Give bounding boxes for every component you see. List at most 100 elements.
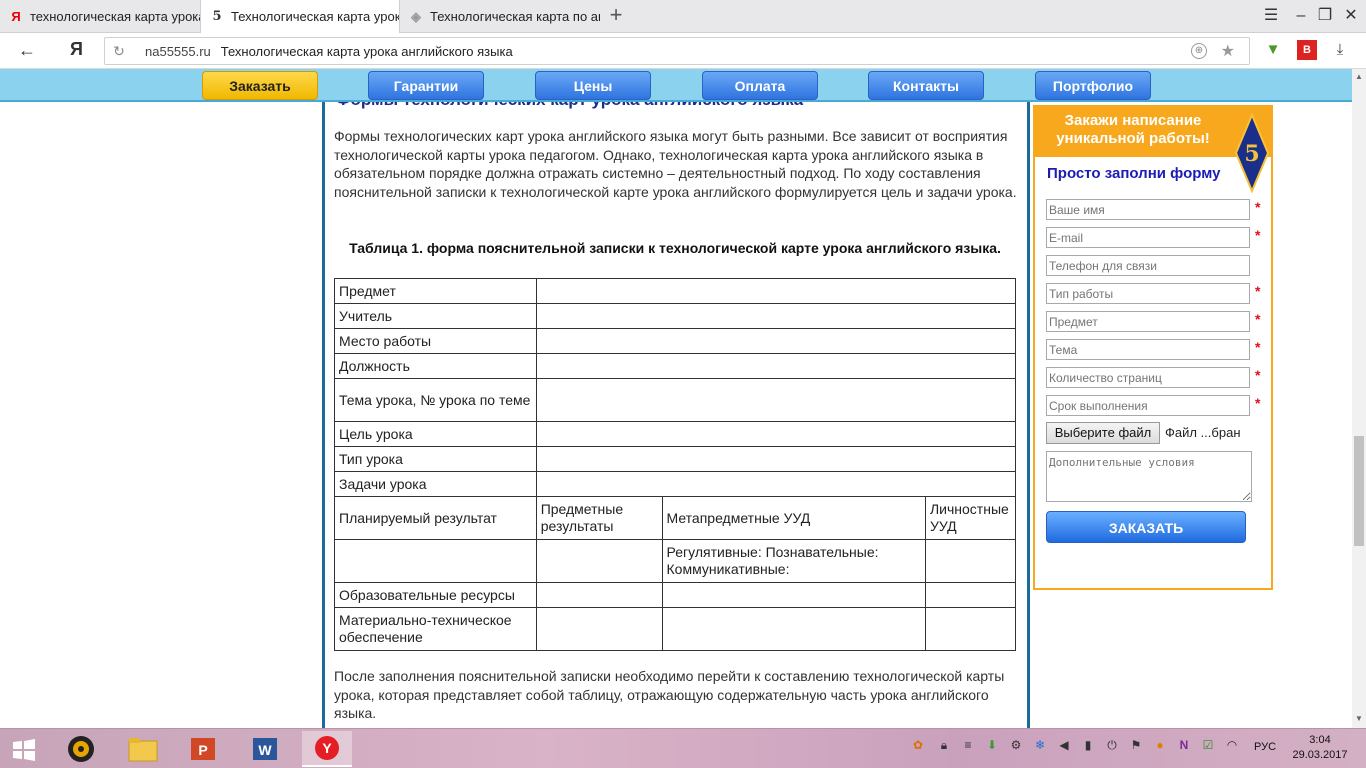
scroll-up-icon[interactable]: ▲	[1355, 73, 1363, 81]
svg-text:Y: Y	[322, 740, 332, 756]
row-label: Тип урока	[334, 446, 537, 472]
nav-payment-button[interactable]: Оплата	[702, 71, 818, 100]
pages-field[interactable]	[1046, 367, 1250, 388]
empty-cell	[924, 607, 1017, 651]
new-tab-button[interactable]: +	[604, 4, 628, 28]
checkbox-icon[interactable]: ☑	[1200, 737, 1216, 753]
nav-order-button[interactable]: Заказать	[202, 71, 318, 100]
taskbar-explorer-app[interactable]	[118, 731, 168, 767]
folder-icon	[128, 738, 158, 762]
close-icon[interactable]: ✕	[1340, 5, 1362, 27]
tab-article[interactable]: 5 Технологическая карта урока английског…	[200, 0, 400, 33]
name-field[interactable]	[1046, 199, 1250, 220]
required-mark: *	[1255, 395, 1261, 411]
taskbar-yandex-browser-app[interactable]: Y	[302, 731, 352, 767]
power-icon[interactable]: ⏻	[1104, 737, 1120, 753]
table-row: Задачи урока	[334, 471, 1017, 497]
tab-title: технологическая карта урока англ	[30, 9, 200, 24]
table-row: Учитель	[334, 303, 1017, 329]
email-field[interactable]	[1046, 227, 1250, 248]
url-field[interactable]: ↻ na55555.ru Технологическая карта урока…	[104, 37, 1250, 65]
article-outro: После заполнения пояснительной записки н…	[334, 668, 1005, 721]
explanatory-note-table: Предмет Учитель Место работы Должность Т…	[334, 278, 1017, 651]
nav-prices-button[interactable]: Цены	[535, 71, 651, 100]
page-scrollbar[interactable]: ▲ ▼	[1352, 69, 1366, 728]
deadline-field[interactable]	[1046, 395, 1250, 416]
results-header-cell: Метапредметные УУД	[661, 496, 926, 540]
table-row: Должность	[334, 353, 1017, 379]
wifi-icon[interactable]: ◠	[1224, 737, 1240, 753]
tray-settings-icon[interactable]: ⚙	[1008, 737, 1024, 753]
table-row: Цель урока	[334, 421, 1017, 447]
onenote-icon[interactable]: N	[1176, 737, 1192, 753]
snowflake-icon[interactable]: ❄	[1032, 737, 1048, 753]
row-label: Предмет	[334, 278, 537, 304]
input-language[interactable]: РУС	[1254, 741, 1276, 753]
lock-icon[interactable]: 🔒︎	[936, 737, 952, 753]
empty-cell	[924, 582, 1017, 608]
bookmark-star-icon[interactable]: ★	[1221, 41, 1235, 61]
required-mark: *	[1255, 283, 1261, 299]
url-page-title: Технологическая карта урока английского …	[220, 43, 513, 59]
taskbar-powerpoint-app[interactable]: P	[178, 731, 228, 767]
back-arrow-icon[interactable]: ←	[18, 40, 36, 61]
page-icon: ◈	[411, 8, 421, 24]
row-label: Образовательные ресурсы	[334, 582, 537, 608]
row-value-cell	[535, 303, 1017, 329]
restore-icon[interactable]: ❐	[1314, 5, 1336, 27]
topic-field[interactable]	[1046, 339, 1250, 360]
taskbar-word-app[interactable]: W	[240, 731, 290, 767]
meta-uud-cell: Регулятивные: Познавательные: Коммуникат…	[661, 539, 926, 583]
site-5-icon: 5	[212, 9, 222, 24]
minimize-icon[interactable]: –	[1290, 5, 1312, 27]
flag-icon[interactable]: ⚑	[1128, 737, 1144, 753]
downloads-icon[interactable]: ⤓	[1330, 40, 1350, 60]
empty-cell	[535, 607, 663, 651]
download-arrow-icon[interactable]: ▼	[1263, 40, 1283, 60]
avast-icon[interactable]: ●	[1152, 737, 1168, 753]
volume-icon[interactable]: ◀	[1056, 737, 1072, 753]
menu-icon[interactable]: ☰	[1260, 5, 1282, 27]
download-tray-icon[interactable]: ⬇	[984, 737, 1000, 753]
scroll-down-icon[interactable]: ▼	[1355, 715, 1363, 723]
taskbar-media-app[interactable]	[56, 731, 106, 767]
required-mark: *	[1255, 311, 1261, 327]
extension-icon[interactable]: B	[1297, 40, 1317, 60]
row-label: Тема урока, № урока по теме	[334, 378, 537, 422]
table-row: Образовательные ресурсы	[334, 582, 1017, 608]
clock[interactable]: 3:04 29.03.2017	[1290, 733, 1350, 763]
yandex-home-button[interactable]: Я	[70, 39, 83, 60]
tab-search[interactable]: Я технологическая карта урока англ	[0, 0, 200, 33]
word-icon: W	[253, 738, 277, 760]
order-widget: Закажи написание уникальной работы! 5 Пр…	[1033, 105, 1273, 590]
scrollbar-thumb[interactable]	[1354, 436, 1364, 546]
row-label: Место работы	[334, 328, 537, 354]
row-value-cell	[535, 353, 1017, 379]
results-header-cell: Предметные результаты	[535, 496, 663, 540]
table-row: Предмет	[334, 278, 1017, 304]
nav-guarantees-button[interactable]: Гарантии	[368, 71, 484, 100]
windows-start-icon[interactable]	[12, 738, 36, 762]
url-domain: na55555.ru	[145, 43, 211, 59]
subject-field[interactable]	[1046, 311, 1250, 332]
yandex-browser-icon: Y	[315, 736, 339, 760]
work-type-field[interactable]	[1046, 283, 1250, 304]
row-label: Цель урока	[334, 421, 537, 447]
tray-network-icon[interactable]: ≡	[960, 737, 976, 753]
required-mark: *	[1255, 227, 1261, 243]
tray-app-icon[interactable]: ✿	[910, 737, 926, 753]
translate-icon[interactable]: ⊕	[1191, 43, 1207, 59]
table-row: Материально-техническое обеспечение	[334, 607, 1017, 651]
svg-text:W: W	[258, 742, 272, 758]
empty-cell	[924, 539, 1017, 583]
tab-other[interactable]: ◈ Технологическая карта по англ	[400, 0, 600, 33]
battery-icon[interactable]: ▮	[1080, 737, 1096, 753]
nav-portfolio-button[interactable]: Портфолио	[1035, 71, 1151, 100]
extra-conditions-field[interactable]	[1046, 451, 1252, 502]
phone-field[interactable]	[1046, 255, 1250, 276]
choose-file-button[interactable]: Выберите файл	[1046, 422, 1160, 444]
reload-icon[interactable]: ↻	[105, 43, 133, 60]
submit-order-button[interactable]: ЗАКАЗАТЬ	[1046, 511, 1246, 543]
row-label: Задачи урока	[334, 471, 537, 497]
nav-contacts-button[interactable]: Контакты	[868, 71, 984, 100]
